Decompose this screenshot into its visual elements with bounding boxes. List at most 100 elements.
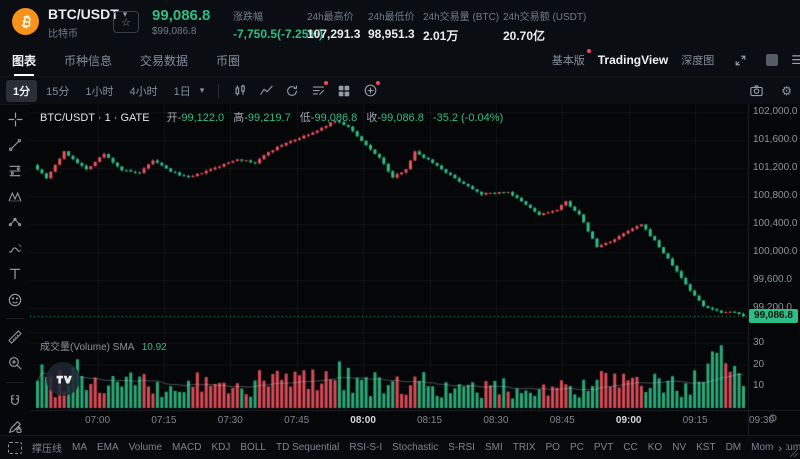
indicator-label[interactable]: MA bbox=[72, 442, 87, 453]
indicator-label[interactable]: SMI bbox=[485, 442, 503, 453]
time-axis-label: 08:30 bbox=[483, 415, 509, 426]
time-axis-label: 09:00 bbox=[615, 415, 642, 426]
indicator-label[interactable]: PVT bbox=[594, 442, 613, 453]
trend-line-icon[interactable] bbox=[4, 136, 26, 155]
projection-icon[interactable] bbox=[4, 213, 26, 232]
timeframe-button[interactable]: 4小时 bbox=[123, 80, 165, 102]
indicator-label[interactable]: Volume bbox=[129, 442, 162, 453]
view-link[interactable]: 基本版 bbox=[552, 49, 591, 68]
chart-legend[interactable]: BTC/USDT · 1 · GATE 开-99,122.0 高-99,219.… bbox=[40, 109, 503, 125]
indicator-label[interactable]: KDJ bbox=[211, 442, 230, 453]
open-label: 开- bbox=[166, 112, 182, 124]
favorite-button[interactable]: ☆ bbox=[113, 11, 139, 33]
divider bbox=[6, 318, 24, 320]
legend-title: BTC/USDT · 1 · GATE bbox=[40, 112, 150, 124]
indicator-label[interactable]: DM bbox=[726, 442, 742, 453]
timeframe-button[interactable]: 15分 bbox=[39, 80, 76, 102]
tab-item[interactable]: 图表 bbox=[12, 44, 36, 76]
tab-item[interactable]: 币种信息 bbox=[64, 44, 112, 76]
view-link[interactable]: 深度图 bbox=[681, 52, 714, 68]
indicator-label[interactable]: NV bbox=[672, 442, 686, 453]
stat-value: 98,951.3 bbox=[368, 27, 415, 41]
star-icon: ☆ bbox=[121, 16, 131, 29]
indicator-label[interactable]: CC bbox=[623, 442, 637, 453]
volume-axis-label: 20 bbox=[753, 358, 765, 370]
indicator-label[interactable]: TRIX bbox=[513, 442, 536, 453]
indicator-label[interactable]: KST bbox=[696, 442, 715, 453]
notification-dot bbox=[324, 80, 329, 85]
timeframe-dropdown[interactable]: ▾ bbox=[200, 85, 205, 96]
volume-label: 成交量(Volume) SMA bbox=[40, 342, 134, 353]
indicator-label[interactable]: RSI-S-I bbox=[349, 442, 382, 453]
tab-item[interactable]: 交易数据 bbox=[140, 44, 188, 76]
zoom-in-icon[interactable] bbox=[4, 354, 26, 373]
stat-value: 2.01万 bbox=[423, 29, 459, 43]
price-axis-label: 100,000.0 bbox=[753, 246, 798, 257]
close-value: 99,086.8 bbox=[381, 112, 424, 124]
stat-item: 24h最高价 107,291.3 bbox=[307, 8, 360, 41]
layout-grid-icon[interactable] bbox=[333, 81, 355, 101]
time-axis-label: 08:15 bbox=[416, 415, 443, 426]
view-link[interactable]: TradingView bbox=[598, 53, 668, 67]
indicator-label[interactable]: EMA bbox=[97, 442, 119, 453]
menu-icon[interactable]: ☰ bbox=[791, 53, 800, 67]
chart-view-switcher: 基本版 TradingView 深度图 ☰ bbox=[552, 44, 800, 76]
time-axis-label: 07:15 bbox=[151, 415, 177, 426]
add-indicator-icon[interactable] bbox=[359, 80, 381, 101]
snapshot-camera-icon[interactable] bbox=[745, 81, 767, 101]
candlestick-chart[interactable] bbox=[30, 104, 800, 436]
xabcd-pattern-icon[interactable] bbox=[4, 187, 26, 206]
timeframe-button[interactable]: 1日 bbox=[167, 80, 198, 102]
indicator-label[interactable]: BOLL bbox=[240, 442, 266, 453]
ruler-icon[interactable] bbox=[4, 328, 26, 347]
hide-drawings-icon[interactable] bbox=[8, 441, 22, 454]
tab-item[interactable]: 币圈 bbox=[216, 44, 240, 76]
text-tool-icon[interactable] bbox=[4, 265, 26, 284]
price-axis-label: 100,800.0 bbox=[753, 190, 798, 201]
indicator-label[interactable]: TD Sequential bbox=[276, 442, 339, 453]
time-axis-label: 07:45 bbox=[284, 415, 310, 426]
open-value: 99,122.0 bbox=[181, 112, 225, 124]
volume-sma-value: 10.92 bbox=[141, 342, 167, 353]
timezone-settings-icon[interactable]: ⚙ bbox=[768, 412, 778, 425]
panel-toggle-icon[interactable] bbox=[766, 54, 779, 66]
indicator-bar: 撑压线 MA EMA Volume MACD KDJ BOLL TD Sequential RS… bbox=[0, 435, 800, 459]
divider bbox=[218, 83, 220, 98]
timeframe-button[interactable]: 1小时 bbox=[78, 80, 120, 102]
stat-value: 107,291.3 bbox=[307, 27, 361, 41]
volume-legend[interactable]: 成交量(Volume) SMA 10.92 bbox=[40, 338, 167, 353]
indicator-label[interactable]: S-RSI bbox=[448, 442, 475, 453]
chart-area: BTC/USDT · 1 · GATE 开-99,122.0 高-99,219.… bbox=[30, 104, 800, 436]
chart-settings-icon[interactable]: ⚙ bbox=[781, 84, 792, 98]
indicator-label[interactable]: Stochastic bbox=[392, 442, 438, 453]
indicators-icon[interactable] bbox=[307, 80, 329, 101]
time-axis-label: 08:45 bbox=[549, 415, 575, 426]
fib-retracement-icon[interactable] bbox=[4, 162, 26, 181]
brush-icon[interactable] bbox=[4, 239, 26, 258]
timeframe-button[interactable]: 1分 bbox=[6, 79, 38, 102]
indicator-label[interactable]: 撑压线 bbox=[32, 440, 62, 455]
indicator-label[interactable]: PC bbox=[570, 442, 584, 453]
lock-drawings-icon[interactable] bbox=[4, 417, 26, 436]
fullscreen-icon[interactable] bbox=[729, 50, 751, 70]
time-axis-label: 07:00 bbox=[84, 415, 111, 426]
last-price-usd: $99,086.8 bbox=[152, 26, 197, 37]
emoji-icon[interactable] bbox=[4, 290, 26, 309]
chart-type-icon[interactable] bbox=[255, 81, 277, 101]
magnet-icon[interactable] bbox=[4, 392, 26, 411]
refresh-icon[interactable] bbox=[281, 81, 303, 101]
indicator-scroll-right-icon[interactable]: › bbox=[774, 443, 786, 455]
notification-dot bbox=[376, 80, 381, 85]
resize-handle[interactable] bbox=[790, 449, 798, 457]
crosshair-icon[interactable] bbox=[4, 110, 26, 129]
volume-axis-label: 10 bbox=[753, 380, 765, 392]
candle-style-icon[interactable] bbox=[229, 81, 251, 101]
stat-item: 24h交易量 (BTC) 2.01万 bbox=[423, 8, 499, 44]
indicator-label[interactable]: KO bbox=[648, 442, 662, 453]
stat-label: 24h交易额 (USDT) bbox=[503, 12, 587, 23]
indicator-label[interactable]: PO bbox=[546, 442, 560, 453]
stat-item: 24h最低价 98,951.3 bbox=[368, 8, 415, 41]
last-price: 99,086.8 bbox=[152, 7, 211, 24]
stat-label: 24h交易量 (BTC) bbox=[423, 12, 500, 23]
indicator-label[interactable]: MACD bbox=[172, 442, 201, 453]
